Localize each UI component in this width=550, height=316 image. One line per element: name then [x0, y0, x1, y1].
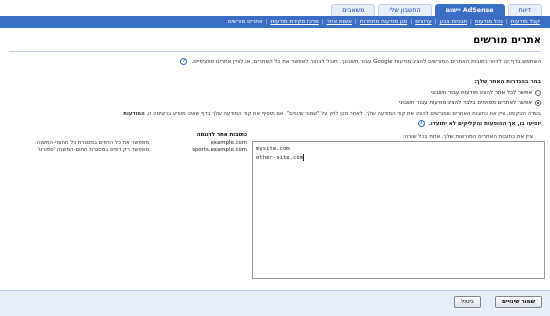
url-line: other-site.com: [256, 154, 541, 163]
subnav-manage-ads[interactable]: נהל מודעות: [473, 19, 505, 25]
page-title: אתרים מורשים: [473, 35, 541, 46]
tab-my-account[interactable]: החשבון שלי: [378, 4, 432, 16]
intro-text-row: השתמש בדף זה לזיהוי כתובות האתרים המורשי…: [9, 58, 541, 65]
description-line2-row: יופיעו בו, אך ההופעות והקליקים לא יתועדו…: [417, 120, 541, 127]
example-row: sports.example.com מאפשר רק דפים במסגרת …: [25, 147, 247, 154]
subnav-color-palettes[interactable]: תבניות צבע: [438, 19, 469, 25]
example-urls: כתובות אתר לדוגמה example.com מאפשר את כ…: [25, 132, 247, 154]
subnav-ad-review-center[interactable]: מרכז סקירת מודעות: [269, 19, 321, 25]
title-divider: [9, 51, 541, 52]
subnav-separator: |: [434, 19, 437, 25]
subnav-allowed-sites[interactable]: אתרים מורשים: [226, 19, 265, 25]
description-line1: בשדה הטקסט, ציין את כתובות האתרים שמורשי…: [146, 111, 541, 117]
option-all-label: אפשר לכל אתר להציג מודעות עבור חשבוני: [430, 90, 532, 96]
subnav-separator: |: [505, 19, 508, 25]
choose-settings-label: בחר בהגדרות האתר שלך:: [474, 79, 541, 85]
example-url: example.com: [210, 140, 247, 146]
info-icon[interactable]: ?: [417, 120, 425, 127]
subnav-separator: |: [470, 19, 472, 25]
description-line2: יופיעו בו, אך ההופעות והקליקים לא יתועדו…: [428, 120, 541, 127]
save-changes-button[interactable]: שמור שינויים: [494, 296, 542, 308]
tab-resources[interactable]: משאבים: [331, 4, 376, 16]
subnav-get-ads[interactable]: קבל מודעות: [509, 19, 542, 25]
subnav-channels[interactable]: ערוצים: [413, 19, 433, 25]
subnav-separator: |: [410, 19, 413, 25]
description-bold: המודעות: [123, 111, 145, 117]
url-line: mysite.com: [256, 146, 290, 152]
option-all-row: אפשר לכל אתר להציג מודעות עבור חשבוני: [431, 90, 541, 96]
example-desc: מאפשר רק דפים במסגרת תחום-המשנה 'ספורט': [37, 147, 149, 153]
intro-text: השתמש בדף זה לזיהוי כתובות האתרים המורשי…: [191, 58, 541, 65]
radio-allow-specific[interactable]: [535, 100, 541, 106]
example-url: sports.example.com: [192, 147, 247, 153]
option-specific-row: אפשר לאתרים מסוימים בלבד להציג מודעות עב…: [399, 100, 541, 106]
tab-reports[interactable]: דיווח: [507, 4, 542, 16]
subnav-separator: |: [265, 19, 268, 25]
url-line-text: other-site.com: [256, 155, 304, 161]
description-text: בשדה הטקסט, ציין את כתובות האתרים שמורשי…: [9, 111, 541, 117]
subnav-competitive-ad-filter[interactable]: סנן מודעות מתחרות: [358, 19, 410, 25]
text-cursor: [303, 154, 305, 161]
radio-allow-all[interactable]: [535, 90, 541, 96]
top-tabs: דיווח AdSense יישום החשבון שלי משאבים: [331, 4, 542, 16]
subnav-site-auth[interactable]: אשות אתר: [325, 19, 354, 25]
info-icon[interactable]: ?: [180, 58, 188, 65]
example-row: example.com מאפשר את כל הדפים במסגרת כל …: [25, 140, 247, 147]
sub-navigation: קבל מודעות | נהל מודעות | תבניות צבע | ע…: [0, 16, 550, 28]
enter-urls-label: ציין את כתובות האתרים המורשות שלך. אחת ב…: [402, 134, 533, 140]
subnav-separator: |: [354, 19, 357, 25]
tab-adsense-setup[interactable]: AdSense יישום: [434, 4, 505, 16]
cancel-button[interactable]: ביטול: [454, 296, 481, 308]
allowed-urls-textarea[interactable]: mysite.com other-site.com: [252, 141, 545, 279]
example-desc: מאפשר את כל הדפים במסגרת כל תחומי-המשנה: [36, 140, 149, 146]
examples-header: כתובות אתר לדוגמה: [196, 132, 247, 138]
subnav-separator: |: [321, 19, 324, 25]
option-specific-label: אפשר לאתרים מסוימים בלבד להציג מודעות עב…: [399, 100, 532, 106]
